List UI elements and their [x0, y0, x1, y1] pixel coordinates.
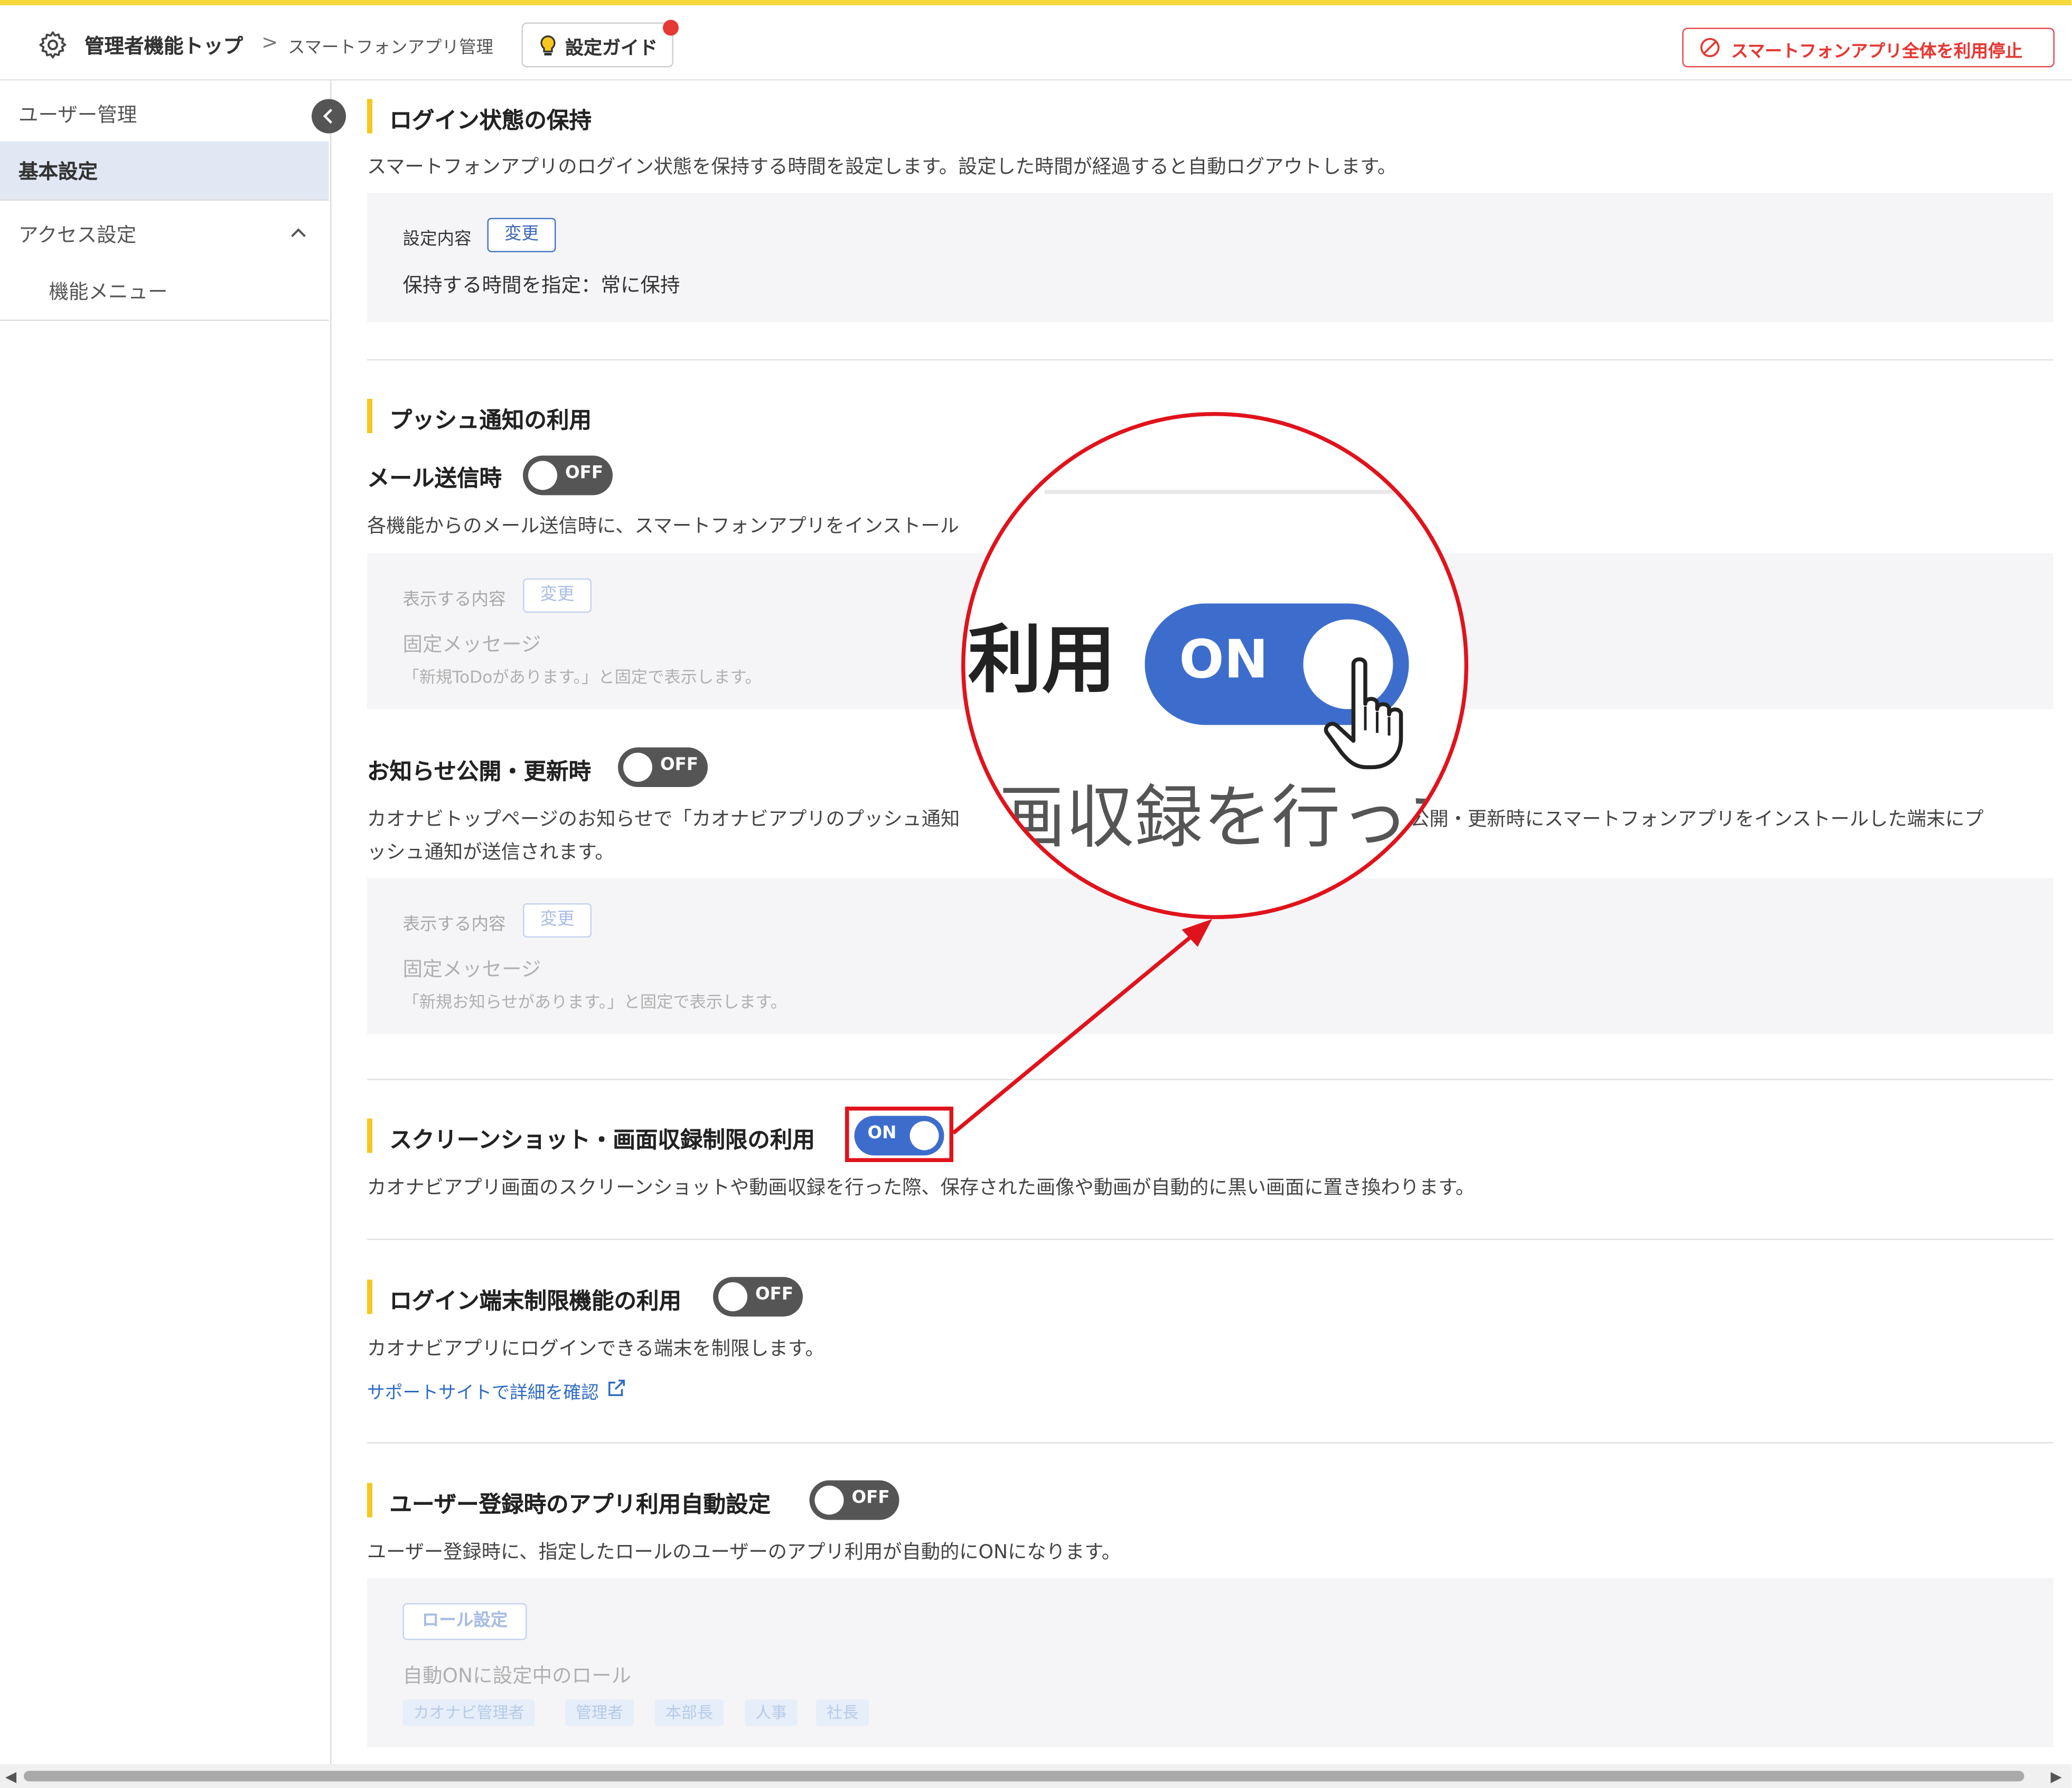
- magnified-divider: [1044, 490, 1414, 494]
- magnified-title-text: 利用: [968, 618, 1116, 704]
- magnified-toggle-label: ON: [1179, 630, 1269, 691]
- callout-arrow: [952, 919, 1212, 1135]
- magnified-description-text: 画収録を行った: [997, 779, 1468, 858]
- pointer-hand-icon: [1324, 657, 1403, 770]
- magnifier-callout: 利用 ON 画収録を行った: [961, 412, 1468, 919]
